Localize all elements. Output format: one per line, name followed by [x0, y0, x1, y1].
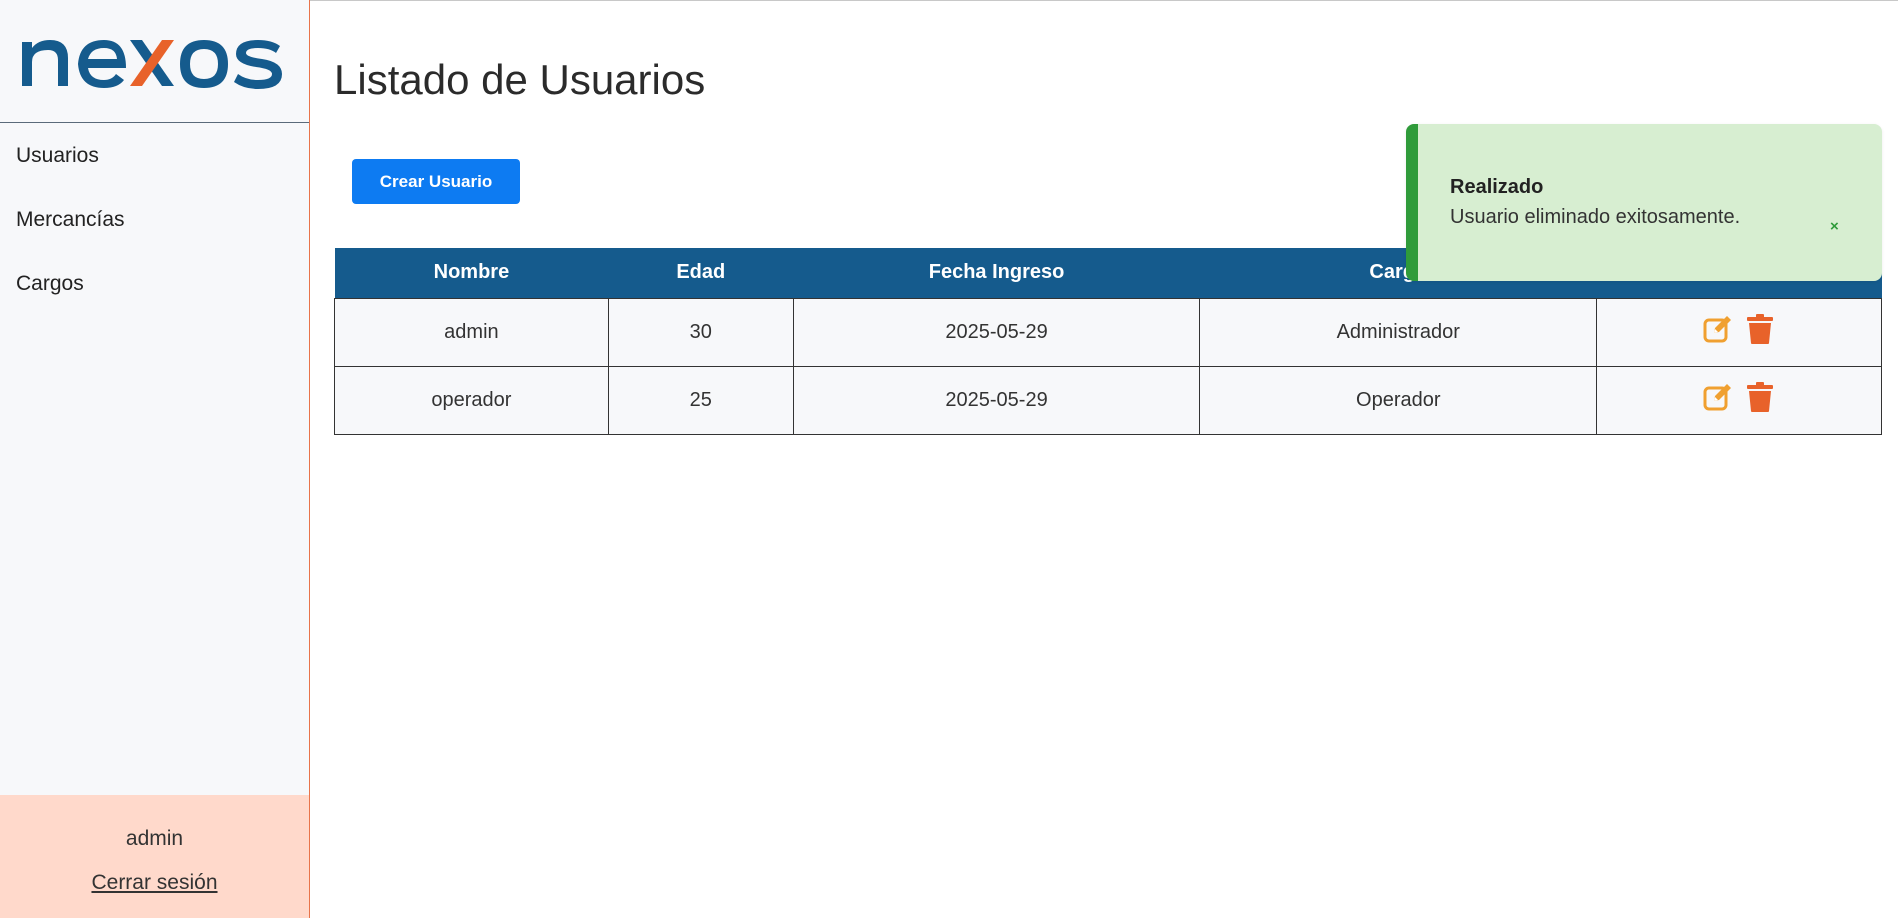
create-user-button[interactable]: Crear Usuario	[352, 159, 520, 204]
trash-icon[interactable]	[1744, 381, 1776, 413]
cell-edad: 30	[607, 297, 794, 367]
sidebar-item-cargos[interactable]: Cargos	[0, 252, 309, 316]
column-header-nombre: Nombre	[334, 248, 609, 298]
edit-icon[interactable]	[1702, 313, 1734, 345]
cell-cargo: Operador	[1199, 365, 1598, 435]
logo-area: nexos	[0, 0, 309, 123]
column-header-edad: Edad	[608, 248, 794, 298]
user-panel: admin Cerrar sesión	[0, 795, 309, 918]
edit-icon[interactable]	[1702, 381, 1734, 413]
sidebar-item-mercancias[interactable]: Mercancías	[0, 188, 309, 252]
sidebar-nav: Usuarios Mercancías Cargos	[0, 124, 309, 316]
cell-actions	[1596, 297, 1882, 367]
page-title: Listado de Usuarios	[334, 56, 706, 103]
trash-icon[interactable]	[1744, 313, 1776, 345]
table-row: admin 30 2025-05-29 Administrador	[334, 297, 1882, 367]
sidebar: nexos Usuarios Mercancías Cargos admin C…	[0, 0, 310, 918]
current-user-name: admin	[125, 827, 184, 850]
close-icon[interactable]: ×	[1830, 218, 1839, 235]
cell-edad: 25	[607, 365, 794, 435]
table-row: operador 25 2025-05-29 Operador	[334, 365, 1882, 435]
toast-message: Usuario eliminado exitosamente.	[1450, 206, 1741, 228]
column-header-fecha-ingreso: Fecha Ingreso	[793, 248, 1200, 298]
cell-nombre: admin	[334, 297, 609, 367]
success-toast: Realizado Usuario eliminado exitosamente…	[1406, 124, 1882, 281]
sidebar-item-usuarios[interactable]: Usuarios	[0, 124, 309, 188]
cell-fecha-ingreso: 2025-05-29	[792, 297, 1201, 367]
cell-actions	[1596, 365, 1882, 435]
cell-fecha-ingreso: 2025-05-29	[792, 365, 1201, 435]
toast-title: Realizado	[1450, 176, 1544, 198]
nexos-logo: nexos	[22, 40, 282, 89]
cell-cargo: Administrador	[1199, 297, 1598, 367]
cell-nombre: operador	[334, 365, 609, 435]
logout-link[interactable]: Cerrar sesión	[0, 871, 309, 895]
